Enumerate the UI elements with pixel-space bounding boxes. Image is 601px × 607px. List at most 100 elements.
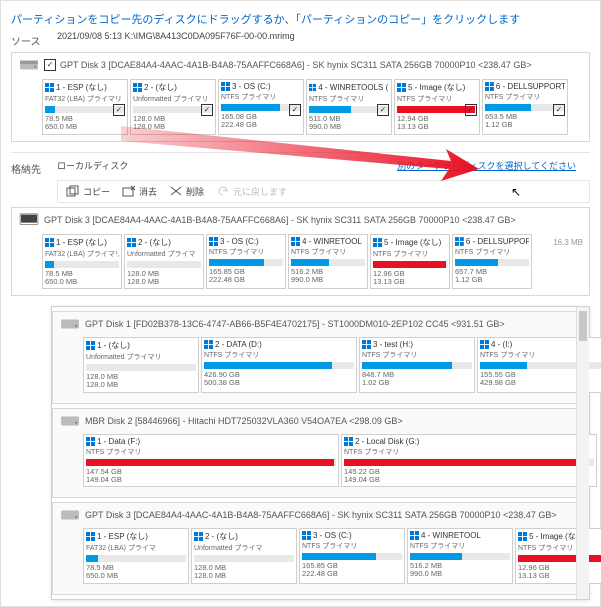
windows-icon: [397, 83, 406, 92]
windows-icon: [291, 237, 300, 246]
partition-tile[interactable]: 1 - ESP (なし) FAT32 (LBA) プライマリ ✓ 78.5 MB…: [42, 79, 128, 135]
windows-icon: [485, 82, 494, 91]
partition-checkbox[interactable]: ✓: [465, 104, 477, 116]
partition-tile[interactable]: 1 - ESP (なし) FAT32 (LBA) プライマリ 78.5 MB65…: [42, 234, 122, 290]
partition-tile[interactable]: 2 - (なし) Unformatted プライマ 128.0 MB128.0 …: [124, 234, 204, 290]
source-panel: ✓ GPT Disk 3 [DCAE84A4-4AAC-4A1B-B4A8-75…: [11, 52, 590, 142]
partition-tile[interactable]: 2 - (なし) Unformatted プライマ 128.0 MB128.0 …: [191, 528, 297, 584]
partition-sizes: 128.0 MB128.0 MB: [127, 270, 201, 287]
partition-sizes: 78.5 MB650.0 MB: [86, 564, 186, 581]
partition-name: 1 - ESP (なし): [56, 237, 107, 248]
usage-bar: [455, 259, 529, 266]
partition-tile[interactable]: 6 - DELLSUPPOF NTFS プライマリ 657.7 MB1.12 G…: [452, 234, 532, 290]
usage-bar: [344, 459, 594, 466]
usage-bar: [362, 362, 472, 369]
partition-tile[interactable]: 6 - DELLSUPPORT NTFS プライマリ ✓ 653.5 MB1.1…: [482, 79, 568, 135]
windows-icon: [410, 531, 419, 540]
disk-list-popup: GPT Disk 1 [FD02B378-13C6-4747-AB66-B5F4…: [51, 306, 590, 600]
windows-icon: [221, 82, 230, 91]
partition-type: NTFS プライマリ: [455, 247, 529, 257]
popup-scrollbar[interactable]: [576, 307, 589, 599]
partition-type: Unformatted プライマ: [127, 249, 201, 259]
partition-checkbox[interactable]: ✓: [377, 104, 389, 116]
partition-checkbox[interactable]: ✓: [113, 104, 125, 116]
source-select-all[interactable]: ✓: [44, 59, 56, 71]
partition-tile[interactable]: 3 - OS (C:) NTFS プライマリ ✓ 165.08 GB222.48…: [218, 79, 304, 135]
partition-sizes: 516.2 MB990.0 MB: [291, 268, 365, 285]
partition-sizes: 12.96 GB13.13 GB: [373, 270, 447, 287]
partition-sizes: 511.0 MB990.0 MB: [309, 115, 389, 132]
instruction-text: パーティションをコピー先のディスクにドラッグするか、「パーティションのコピー」を…: [11, 11, 590, 27]
disk-entry[interactable]: MBR Disk 2 [58446966] - Hitachi HDT72503…: [52, 408, 589, 499]
partition-name: 3 - OS (C:): [232, 82, 271, 91]
partition-name: 2 - (なし): [144, 82, 177, 93]
cursor-icon: ↖: [511, 185, 521, 199]
partition-tile[interactable]: 5 - Image (なし) NTFS プライマリ ✓ 12.94 GB13.1…: [394, 79, 480, 135]
partition-tile[interactable]: 1 - ESP (なし) FAT32 (LBA) プライマ 78.5 MB650…: [83, 528, 189, 584]
partition-sizes: 147.54 GB149.04 GB: [86, 468, 336, 485]
partition-sizes: 78.5 MB650.0 MB: [45, 270, 119, 287]
partition-sizes: 657.7 MB1.12 GB: [455, 268, 529, 285]
windows-icon: [362, 340, 371, 349]
windows-icon: [194, 532, 203, 541]
disk-entry-title: MBR Disk 2 [58446966] - Hitachi HDT72503…: [85, 416, 403, 426]
partition-sizes: 145.22 GB149.04 GB: [344, 468, 594, 485]
partition-tile[interactable]: 4 - WINRETOOL NTFS プライマリ 516.2 MB990.0 M…: [407, 528, 513, 584]
select-different-target-link[interactable]: 別のターゲットディスクを選択してください: [397, 161, 576, 171]
windows-icon: [133, 83, 142, 92]
partition-type: NTFS プライマリ: [362, 350, 472, 360]
partition-type: NTFS プライマリ: [373, 249, 447, 259]
partition-type: FAT32 (LBA) プライマリ: [45, 94, 125, 104]
partition-name: 2 - Local Disk (G:): [355, 437, 419, 446]
partition-sizes: 128.0 MB128.0 MB: [86, 373, 196, 390]
partition-tile[interactable]: 3 - OS (C:) NTFS プライマリ 165.85 GB222.48 G…: [299, 528, 405, 584]
partition-tile[interactable]: 4 - WINRETOOL NTFS プライマリ 516.2 MB990.0 M…: [288, 234, 368, 290]
partition-tile[interactable]: 1 - Data (F:) NTFS プライマリ 147.54 GB149.04…: [83, 434, 339, 488]
disk-icon: [18, 212, 40, 228]
partition-sizes: 128.0 MB128.0 MB: [194, 564, 294, 581]
disk-entry-title: GPT Disk 3 [DCAE84A4-4AAC-4A1B-B4A8-75AA…: [85, 510, 557, 520]
usage-bar: [86, 459, 336, 466]
windows-icon: [309, 83, 316, 92]
partition-name: 4 - WINRETOOL: [421, 531, 481, 540]
usage-bar: [45, 261, 119, 268]
delete-button[interactable]: 削除: [169, 185, 204, 198]
partition-tile[interactable]: 2 - (なし) Unformatted プライマリ ✓ 128.0 MB128…: [130, 79, 216, 135]
partition-type: NTFS プライマリ: [410, 541, 510, 551]
partition-tile[interactable]: 3 - OS (C:) NTFS プライマリ 165.85 GB222.48 G…: [206, 234, 286, 290]
scrollbar-thumb[interactable]: [579, 311, 587, 341]
windows-icon: [86, 437, 95, 446]
partition-tile[interactable]: 1 - (なし) Unformatted プライマリ 128.0 MB128.0…: [83, 337, 199, 393]
windows-icon: [480, 340, 489, 349]
partition-tile[interactable]: 2 - Local Disk (G:) NTFS プライマリ 145.22 GB…: [341, 434, 597, 488]
partition-type: Unformatted プライマリ: [86, 352, 196, 362]
partition-checkbox[interactable]: ✓: [201, 104, 213, 116]
target-free-space: 16.3 MB: [547, 232, 589, 296]
windows-icon: [204, 340, 213, 349]
usage-bar: [209, 259, 283, 266]
partition-checkbox[interactable]: ✓: [289, 104, 301, 116]
partition-tile[interactable]: 4 - WINRETOOLS (なし) NTFS プライマリ ✓ 511.0 M…: [306, 79, 392, 135]
usage-bar: [86, 555, 186, 562]
windows-icon: [455, 237, 464, 246]
source-label: ソース: [11, 31, 57, 48]
partition-type: Unformatted プライマ: [194, 543, 294, 553]
windows-icon: [518, 532, 527, 541]
partition-tile[interactable]: 5 - Image (なし) NTFS プライマリ 12.96 GB13.13 …: [370, 234, 450, 290]
usage-bar: [302, 553, 402, 560]
windows-icon: [302, 531, 311, 540]
partition-tile[interactable]: 3 - test (H:) NTFS プライマリ 848.7 MB1.02 GB: [359, 337, 475, 393]
partition-sizes: 165.85 GB222.48 GB: [302, 562, 402, 579]
partition-sizes: 165.85 GB222.48 GB: [209, 268, 283, 285]
partition-name: 3 - test (H:): [373, 340, 413, 349]
partition-tile[interactable]: 2 - DATA (D:) NTFS プライマリ 426.90 GB500.38…: [201, 337, 357, 393]
disk-entry[interactable]: GPT Disk 1 [FD02B378-13C6-4747-AB66-B5F4…: [52, 311, 589, 404]
partition-name: 1 - (なし): [97, 340, 130, 351]
partition-checkbox[interactable]: ✓: [553, 104, 565, 116]
partition-name: 1 - ESP (なし): [97, 531, 148, 542]
target-type: ローカルディスク: [57, 161, 128, 171]
copy-button[interactable]: コピー: [66, 185, 110, 198]
clear-button[interactable]: 消去: [122, 185, 157, 198]
partition-name: 6 - DELLSUPPORT: [496, 82, 565, 91]
disk-icon: [59, 507, 81, 523]
